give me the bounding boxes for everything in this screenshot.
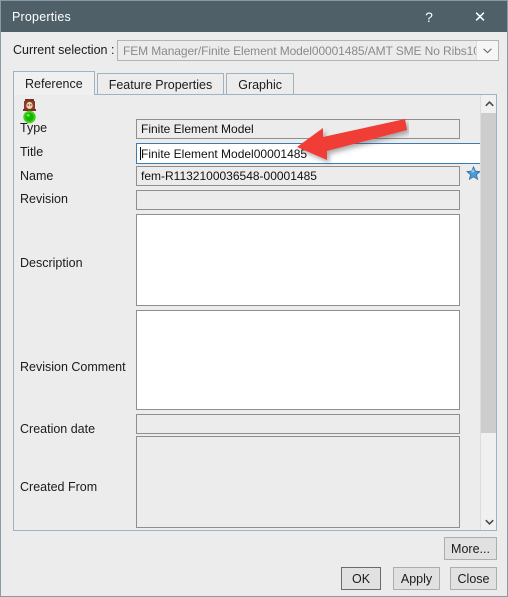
label-revision-comment: Revision Comment [20,360,126,374]
field-row-type: Type [20,121,47,135]
close-button[interactable]: Close [450,567,497,590]
label-creation-date: Creation date [20,422,96,436]
current-selection-value: FEM Manager/Finite Element Model00001485… [123,43,484,58]
tab-reference[interactable]: Reference [13,71,95,95]
reference-form: Type Finite Element Model Title Finite E… [14,95,496,530]
input-type-value: Finite Element Model [141,122,254,136]
field-row-name: Name [20,169,53,183]
field-row-created-from: Created From [20,480,97,494]
tab-strip: Reference Feature Properties Graphic [13,71,497,95]
apply-button[interactable]: Apply [393,567,440,590]
field-row-description: Description [20,256,83,270]
tab-graphic-label: Graphic [238,77,282,92]
label-title: Title [20,145,44,159]
ok-button-label: OK [351,571,371,586]
label-type: Type [20,121,48,135]
textarea-created-from [136,436,460,528]
input-name-value: fem-R1132100036548-00001485 [141,169,317,183]
chevron-up-icon[interactable] [481,95,496,112]
input-title[interactable]: Finite Element Model00001485 [136,143,483,164]
field-row-creation-date: Creation date [20,422,95,436]
tab-graphic[interactable]: Graphic [226,73,294,95]
chevron-down-icon[interactable] [476,41,498,60]
window-title: Properties [12,9,71,24]
input-type: Finite Element Model [136,119,460,139]
label-created-from: Created From [20,480,98,494]
label-name: Name [20,169,54,183]
tab-feature-properties-label: Feature Properties [108,77,213,92]
textarea-description[interactable] [136,214,460,306]
form-scrollbar[interactable] [480,95,496,530]
help-button[interactable]: ? [413,1,445,32]
input-revision [136,190,460,210]
tab-reference-label: Reference [25,76,83,91]
field-row-title: Title [20,145,43,159]
current-selection-label: Current selection : [13,43,115,57]
scrollbar-thumb[interactable] [481,113,496,433]
apply-button-label: Apply [400,571,433,586]
title-bar: Properties ? ✕ [1,1,507,32]
label-description: Description [20,256,83,270]
current-selection-combobox[interactable]: FEM Manager/Finite Element Model00001485… [117,40,499,61]
tab-feature-properties[interactable]: Feature Properties [96,73,225,95]
properties-dialog: Properties ? ✕ Current selection : FEM M… [0,0,508,597]
ok-button[interactable]: OK [341,567,381,590]
input-title-value: Finite Element Model00001485 [141,146,308,161]
input-creation-date [136,414,460,434]
chevron-down-icon[interactable] [481,513,496,530]
more-button[interactable]: More... [444,537,497,560]
reference-tab-panel: Type Finite Element Model Title Finite E… [13,94,497,531]
field-row-revision-comment: Revision Comment [20,360,126,374]
current-selection-row: Current selection : FEM Manager/Finite E… [1,37,507,63]
more-button-label: More... [451,541,490,556]
close-button-label: Close [457,571,490,586]
blue-star-icon[interactable] [466,165,481,181]
close-window-button[interactable]: ✕ [461,1,499,32]
textarea-revision-comment[interactable] [136,310,460,410]
input-name: fem-R1132100036548-00001485 [136,166,460,186]
label-revision: Revision [20,192,68,206]
field-row-revision: Revision [20,192,68,206]
